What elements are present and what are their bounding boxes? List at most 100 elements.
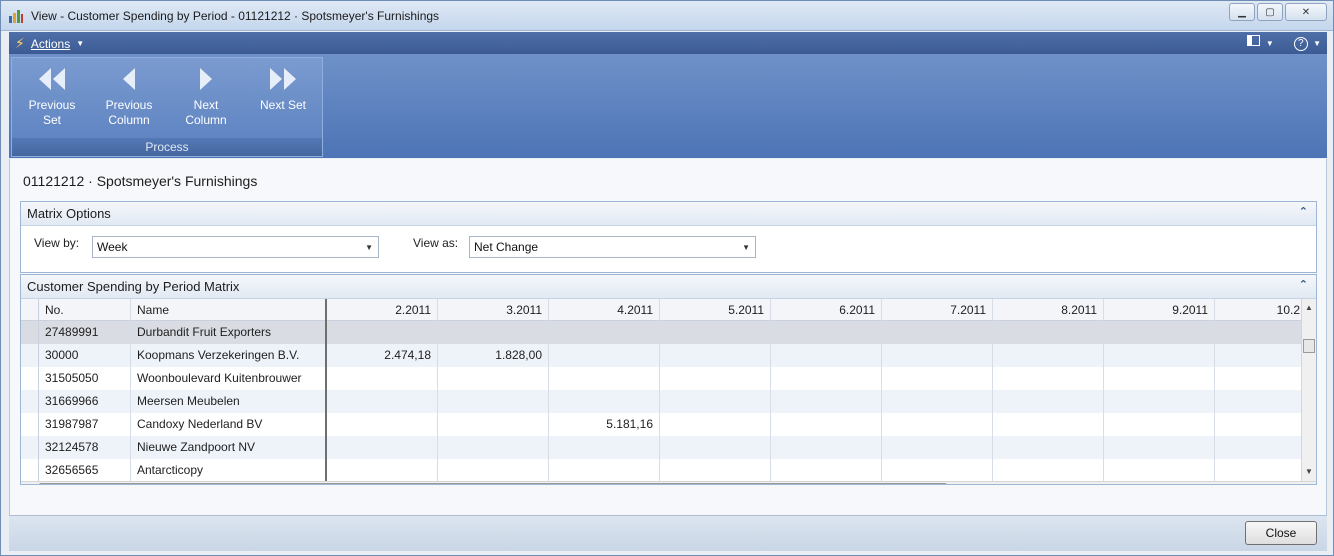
period-amount-cell[interactable] bbox=[1104, 367, 1215, 390]
horizontal-scrollbar[interactable]: ◀ ||| ▶ bbox=[21, 481, 1316, 484]
period-amount-cell[interactable] bbox=[1215, 344, 1307, 367]
dropdown-arrow-icon[interactable]: ▼ bbox=[742, 243, 750, 252]
period-amount-cell[interactable] bbox=[1104, 459, 1215, 482]
period-amount-cell[interactable] bbox=[771, 436, 882, 459]
table-row[interactable]: 31669966 Meersen Meubelen bbox=[21, 390, 1307, 413]
matrix-header[interactable]: Customer Spending by Period Matrix ⌃ bbox=[21, 275, 1316, 299]
period-amount-cell[interactable] bbox=[882, 390, 993, 413]
table-row[interactable]: 31987987 Candoxy Nederland BV 5.181,16 bbox=[21, 413, 1307, 436]
period-amount-cell[interactable] bbox=[882, 436, 993, 459]
dropdown-arrow-icon[interactable]: ▼ bbox=[365, 243, 373, 252]
period-amount-cell[interactable] bbox=[771, 390, 882, 413]
period-amount-cell[interactable] bbox=[327, 413, 438, 436]
column-header[interactable]: 4.2011 bbox=[549, 299, 660, 322]
customer-no-cell[interactable]: 31505050 bbox=[39, 367, 131, 390]
period-amount-cell[interactable] bbox=[1104, 390, 1215, 413]
horizontal-scroll-thumb[interactable]: ||| bbox=[39, 483, 947, 484]
actions-menu[interactable]: ⚡ Actions ▼ bbox=[15, 35, 84, 52]
period-amount-cell[interactable] bbox=[660, 321, 771, 344]
column-header[interactable]: 5.2011 bbox=[660, 299, 771, 322]
period-amount-cell[interactable] bbox=[660, 459, 771, 482]
period-amount-cell[interactable] bbox=[549, 390, 660, 413]
customer-no-cell[interactable]: 31669966 bbox=[39, 390, 131, 413]
period-amount-cell[interactable] bbox=[771, 413, 882, 436]
column-header[interactable]: 7.2011 bbox=[882, 299, 993, 322]
row-selector[interactable] bbox=[21, 436, 39, 459]
maximize-button[interactable]: ▢ bbox=[1257, 3, 1283, 21]
customer-name-cell[interactable]: Woonboulevard Kuitenbrouwer bbox=[131, 367, 327, 390]
view-as-select[interactable]: Net Change ▼ bbox=[469, 236, 756, 258]
previous-set-button[interactable]: Previous Set bbox=[16, 66, 88, 128]
period-amount-cell[interactable] bbox=[771, 459, 882, 482]
period-amount-cell[interactable] bbox=[1215, 413, 1307, 436]
period-amount-cell[interactable] bbox=[438, 390, 549, 413]
customer-name-cell[interactable]: Koopmans Verzekeringen B.V. bbox=[131, 344, 327, 367]
period-amount-cell[interactable] bbox=[549, 367, 660, 390]
period-amount-cell[interactable] bbox=[327, 321, 438, 344]
period-amount-cell[interactable] bbox=[660, 344, 771, 367]
period-amount-cell[interactable] bbox=[1215, 367, 1307, 390]
period-amount-cell[interactable] bbox=[882, 459, 993, 482]
column-header[interactable]: 6.2011 bbox=[771, 299, 882, 322]
period-amount-cell[interactable] bbox=[1104, 413, 1215, 436]
customer-no-cell[interactable]: 31987987 bbox=[39, 413, 131, 436]
period-amount-cell[interactable] bbox=[327, 459, 438, 482]
column-header[interactable]: 10.2 bbox=[1215, 299, 1307, 322]
customer-name-cell[interactable]: Meersen Meubelen bbox=[131, 390, 327, 413]
next-set-button[interactable]: Next Set bbox=[247, 66, 319, 113]
period-amount-cell[interactable] bbox=[993, 344, 1104, 367]
period-amount-cell[interactable] bbox=[1104, 436, 1215, 459]
customer-no-cell[interactable]: 32124578 bbox=[39, 436, 131, 459]
period-amount-cell[interactable] bbox=[438, 367, 549, 390]
table-row[interactable]: 32124578 Nieuwe Zandpoort NV bbox=[21, 436, 1307, 459]
vertical-scroll-thumb[interactable] bbox=[1303, 339, 1315, 353]
period-amount-cell[interactable] bbox=[993, 413, 1104, 436]
period-amount-cell[interactable] bbox=[549, 436, 660, 459]
customer-no-cell[interactable]: 32656565 bbox=[39, 459, 131, 482]
layout-menu-button[interactable]: ▼ bbox=[1237, 35, 1274, 51]
period-amount-cell[interactable] bbox=[1215, 390, 1307, 413]
vertical-scrollbar[interactable]: ▲ ▼ bbox=[1301, 299, 1316, 481]
row-selector[interactable] bbox=[21, 321, 39, 344]
table-row[interactable]: 31505050 Woonboulevard Kuitenbrouwer bbox=[21, 367, 1307, 390]
column-header[interactable]: Name bbox=[131, 299, 327, 322]
period-amount-cell[interactable] bbox=[771, 367, 882, 390]
next-column-button[interactable]: Next Column bbox=[170, 66, 242, 128]
period-amount-cell[interactable] bbox=[993, 321, 1104, 344]
chevron-up-icon[interactable]: ⌃ bbox=[1299, 278, 1308, 291]
scroll-left-icon[interactable]: ◀ bbox=[25, 483, 31, 484]
period-amount-cell[interactable] bbox=[1215, 459, 1307, 482]
period-amount-cell[interactable] bbox=[660, 436, 771, 459]
column-header[interactable]: 2.2011 bbox=[327, 299, 438, 322]
period-amount-cell[interactable] bbox=[993, 390, 1104, 413]
row-selector[interactable] bbox=[21, 344, 39, 367]
table-row[interactable]: 30000 Koopmans Verzekeringen B.V. 2.474,18… bbox=[21, 344, 1307, 367]
close-window-button[interactable]: ✕ bbox=[1285, 3, 1327, 21]
period-amount-cell[interactable] bbox=[438, 459, 549, 482]
row-selector[interactable] bbox=[21, 459, 39, 482]
period-amount-cell[interactable] bbox=[660, 367, 771, 390]
period-amount-cell[interactable] bbox=[1215, 321, 1307, 344]
period-amount-cell[interactable] bbox=[993, 367, 1104, 390]
period-amount-cell[interactable] bbox=[549, 459, 660, 482]
table-row[interactable]: 27489991 Durbandit Fruit Exporters bbox=[21, 321, 1307, 344]
column-header[interactable]: 3.2011 bbox=[438, 299, 549, 322]
minimize-button[interactable]: ▁ bbox=[1229, 3, 1255, 21]
view-by-select[interactable]: Week ▼ bbox=[92, 236, 379, 258]
scroll-down-icon[interactable]: ▼ bbox=[1305, 467, 1313, 476]
customer-no-cell[interactable]: 27489991 bbox=[39, 321, 131, 344]
period-amount-cell[interactable] bbox=[771, 321, 882, 344]
period-amount-cell[interactable] bbox=[1104, 344, 1215, 367]
row-selector[interactable] bbox=[21, 367, 39, 390]
period-amount-cell[interactable] bbox=[771, 344, 882, 367]
period-amount-cell[interactable] bbox=[660, 390, 771, 413]
customer-name-cell[interactable]: Candoxy Nederland BV bbox=[131, 413, 327, 436]
column-header[interactable]: No. bbox=[39, 299, 131, 322]
help-menu-button[interactable]: ? ▼ bbox=[1284, 35, 1321, 51]
period-amount-cell[interactable] bbox=[993, 459, 1104, 482]
period-amount-cell[interactable] bbox=[327, 367, 438, 390]
period-amount-cell[interactable] bbox=[438, 436, 549, 459]
period-amount-cell[interactable] bbox=[1104, 321, 1215, 344]
period-amount-cell[interactable] bbox=[660, 413, 771, 436]
column-header[interactable]: 9.2011 bbox=[1104, 299, 1215, 322]
